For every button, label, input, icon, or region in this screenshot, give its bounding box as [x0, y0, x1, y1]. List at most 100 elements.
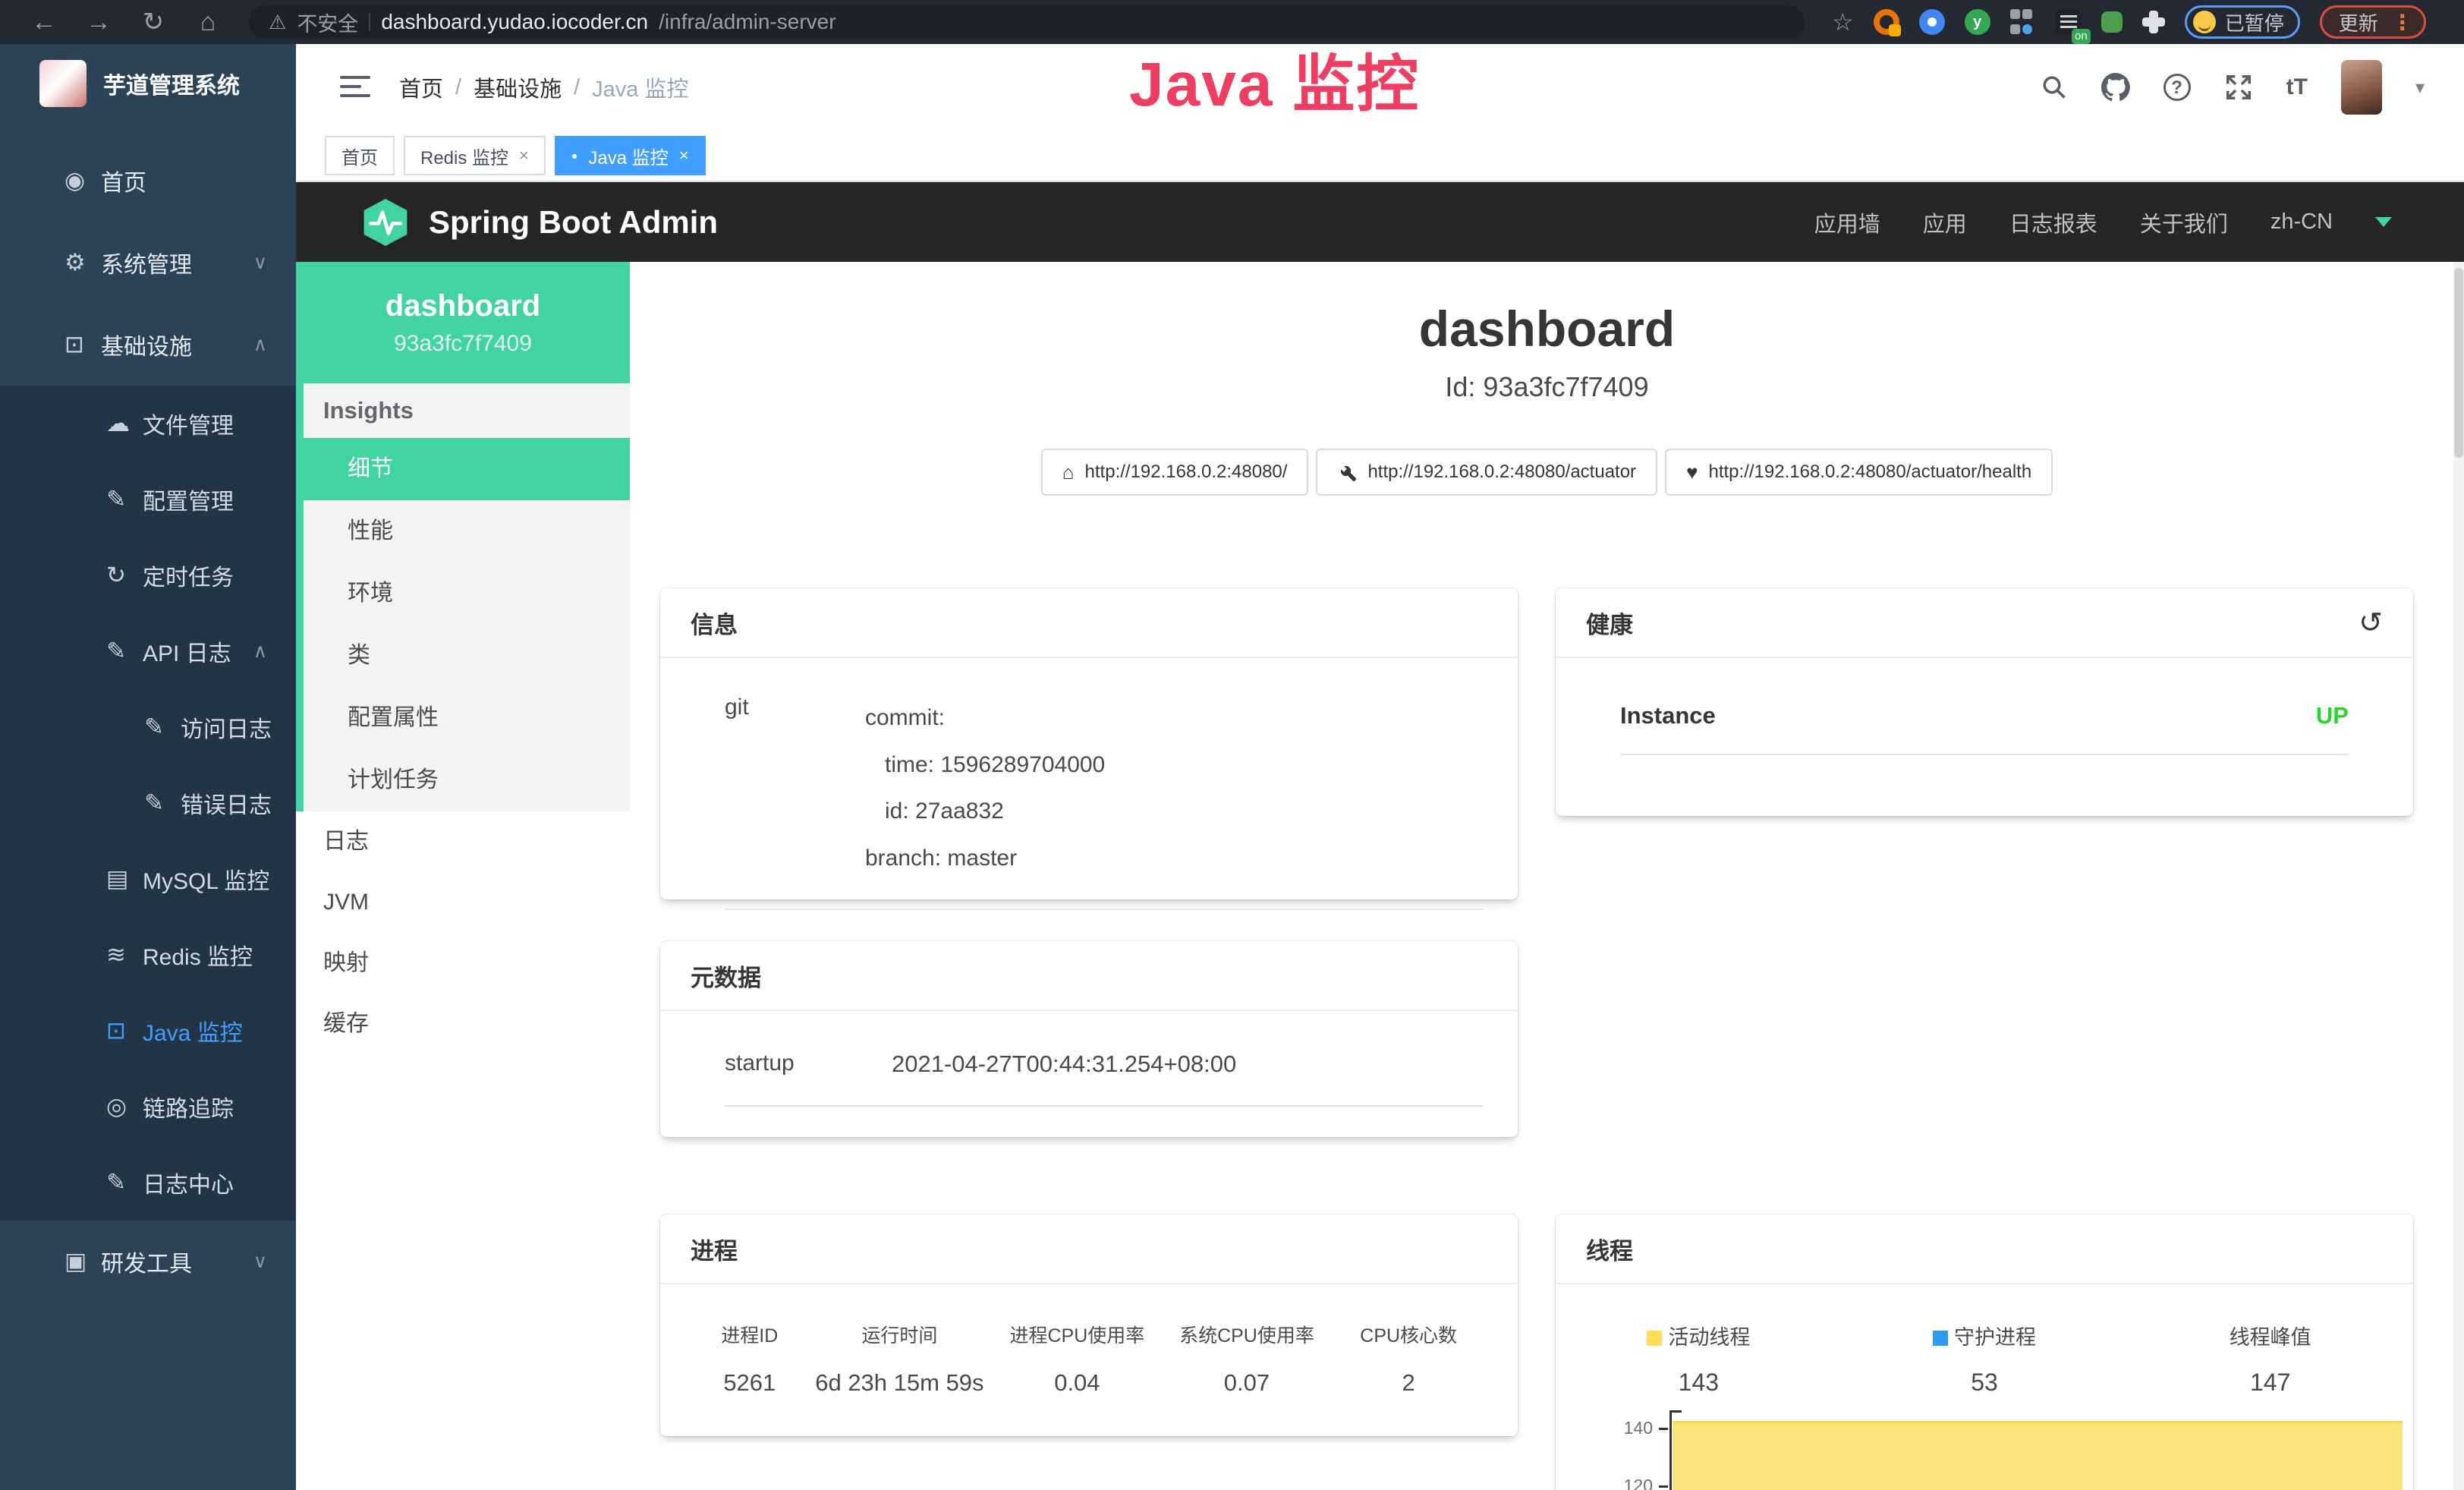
sidebar-item-infra[interactable]: ⊡ 基础设施 ∧	[0, 304, 296, 386]
extensions-puzzle-icon[interactable]	[2142, 11, 2165, 33]
sba-nav-wall[interactable]: 应用墙	[1814, 206, 1880, 238]
health-instance-label: Instance	[1620, 702, 1716, 729]
github-icon[interactable]	[2101, 73, 2130, 102]
legend-live-threads: 活动线程	[1556, 1321, 1842, 1350]
sidebar-item-system[interactable]: ⚙ 系统管理 ∨	[0, 222, 296, 304]
sba-nav-about[interactable]: 关于我们	[2140, 206, 2228, 238]
legend-label: 活动线程	[1668, 1326, 1750, 1349]
browser-reload-icon[interactable]: ↻	[129, 7, 178, 37]
live-threads-value: 143	[1556, 1369, 1842, 1397]
breadcrumb-infra[interactable]: 基础设施	[474, 71, 562, 103]
update-label: 更新	[2339, 8, 2378, 36]
sba-menu-configprops[interactable]: 配置属性	[304, 687, 630, 749]
sba-brand-title[interactable]: Spring Boot Admin	[429, 204, 718, 241]
extension-switch-icon[interactable]: on	[2056, 9, 2082, 35]
sidebar-item-access-log[interactable]: ✎ 访问日志	[0, 689, 296, 765]
sidebar-toggle-icon[interactable]	[340, 76, 370, 99]
peak-threads-value: 147	[2127, 1369, 2413, 1397]
extension-leaf-icon[interactable]	[2101, 11, 2123, 33]
close-icon[interactable]: ×	[519, 146, 529, 165]
browser-update-button[interactable]: 更新 ⋮	[2320, 5, 2426, 39]
tab-java-monitor[interactable]: ● Java 监控 ×	[555, 136, 706, 175]
extension-y-icon[interactable]: y	[1965, 9, 1990, 35]
help-icon[interactable]: ?	[2163, 74, 2191, 101]
address-bar[interactable]: ⚠ 不安全 dashboard.yudao.iocoder.cn/infra/a…	[249, 5, 1805, 39]
sba-menu-classes[interactable]: 类	[304, 625, 630, 687]
sidebar-item-label: Java 监控	[143, 1014, 243, 1047]
tab-label: Redis 监控	[420, 143, 508, 169]
sba-language-select[interactable]: zh-CN	[2270, 209, 2333, 235]
sba-menu-scheduled-tasks[interactable]: 计划任务	[304, 749, 630, 811]
sidebar-item-file-manage[interactable]: ☁ 文件管理	[0, 386, 296, 461]
profile-paused-chip[interactable]: 已暂停	[2185, 5, 2300, 39]
sidebar-item-home[interactable]: ◉ 首页	[0, 140, 296, 222]
sba-menu-details[interactable]: 细节	[304, 438, 630, 500]
sba-nav-applications[interactable]: 应用	[1923, 206, 1967, 238]
health-url-button[interactable]: ♥ http://192.168.0.2:48080/actuator/heal…	[1665, 449, 2053, 496]
edit-icon: ✎	[106, 486, 143, 513]
health-card-title: 健康	[1586, 606, 1633, 640]
breadcrumb-home[interactable]: 首页	[399, 71, 443, 103]
sba-menu-jvm[interactable]: JVM	[296, 872, 630, 933]
sidebar-item-log-center[interactable]: ✎ 日志中心	[0, 1145, 296, 1221]
sba-menu-environment[interactable]: 环境	[304, 562, 630, 625]
search-icon[interactable]	[2041, 74, 2068, 101]
tab-home[interactable]: 首页	[325, 136, 395, 175]
user-avatar[interactable]	[2341, 60, 2382, 115]
browser-forward-icon[interactable]: →	[74, 8, 123, 37]
process-card: 进程 进程ID 运行时间 进程CPU使用率 系统CPU使用率 CPU核心数 52…	[660, 1214, 1518, 1436]
app-logo-avatar	[39, 60, 87, 107]
browser-home-icon[interactable]: ⌂	[184, 8, 232, 37]
kebab-menu-icon[interactable]: ⋮	[2392, 10, 2413, 35]
bookmark-star-icon[interactable]: ☆	[1832, 8, 1854, 36]
sba-insights-group: Insights 细节 性能 环境 类 配置属性 计划任务	[296, 383, 630, 811]
extension-pin-icon[interactable]	[1919, 9, 1945, 35]
sba-menu-metrics[interactable]: 性能	[304, 500, 630, 562]
scrollbar-thumb[interactable]	[2454, 268, 2463, 458]
sidebar-item-config-manage[interactable]: ✎ 配置管理	[0, 461, 296, 537]
avatar-caret-icon[interactable]: ▾	[2415, 77, 2425, 99]
tags-view-bar: 首页 Redis 监控 × ● Java 监控 ×	[296, 131, 2464, 182]
fullscreen-icon[interactable]	[2224, 73, 2253, 102]
instance-name: dashboard	[296, 289, 630, 323]
not-secure-label[interactable]: 不安全	[297, 8, 358, 37]
sidebar-item-label: 日志中心	[143, 1166, 234, 1199]
app-logo-row[interactable]: 芋道管理系统	[0, 44, 296, 123]
sidebar-item-mysql-monitor[interactable]: ▤ MySQL 监控	[0, 841, 296, 917]
sba-menu-logfile[interactable]: 日志	[296, 811, 630, 872]
sidebar-item-scheduled-job[interactable]: ↻ 定时任务	[0, 537, 296, 613]
sidebar-item-trace[interactable]: ◎ 链路追踪	[0, 1069, 296, 1145]
url-path[interactable]: /infra/admin-server	[659, 10, 835, 34]
font-size-icon[interactable]: tT	[2286, 74, 2308, 100]
wrench-icon	[1337, 462, 1357, 482]
service-url-button[interactable]: ⌂ http://192.168.0.2:48080/	[1041, 449, 1309, 496]
sba-main-panel: dashboard Id: 93a3fc7f7409 ⌂ http://192.…	[630, 262, 2464, 1490]
sidebar-item-java-monitor[interactable]: ⊡ Java 监控	[0, 993, 296, 1069]
insights-group-label: Insights	[304, 383, 630, 438]
sba-nav-journal[interactable]: 日志报表	[2009, 206, 2097, 238]
browser-back-icon[interactable]: ←	[20, 8, 68, 37]
sidebar-item-api-log[interactable]: ✎ API 日志 ∧	[0, 613, 296, 689]
extension-on-badge: on	[2072, 29, 2091, 44]
sba-menu-mappings[interactable]: 映射	[296, 933, 630, 994]
close-icon[interactable]: ×	[679, 146, 689, 165]
info-git-row: git commit: time: 1596289704000 id: 27aa…	[660, 658, 1518, 881]
sidebar-item-label: API 日志	[143, 635, 231, 668]
extension-orange-icon[interactable]	[1874, 9, 1899, 35]
sba-menu-caches[interactable]: 缓存	[296, 994, 630, 1054]
instance-id-line: Id: 93a3fc7f7409	[630, 371, 2464, 403]
main-column: 首页 / 基础设施 / Java 监控	[296, 44, 2464, 1490]
sidebar-item-dev-tools[interactable]: ▣ 研发工具 ∨	[0, 1221, 296, 1303]
url-host[interactable]: dashboard.yudao.iocoder.cn	[381, 10, 648, 34]
tab-redis-monitor[interactable]: Redis 监控 ×	[404, 136, 546, 175]
metadata-startup-row: startup 2021-04-27T00:44:31.254+08:00	[660, 1011, 1518, 1078]
threads-values: 143 53 147	[1556, 1350, 2413, 1397]
metadata-key: startup	[725, 1051, 892, 1078]
content-scrollbar[interactable]	[2453, 262, 2464, 1490]
sidebar-item-redis-monitor[interactable]: ≋ Redis 监控	[0, 917, 296, 993]
actuator-url-button[interactable]: http://192.168.0.2:48080/actuator	[1316, 449, 1657, 496]
sidebar-item-error-log[interactable]: ✎ 错误日志	[0, 765, 296, 841]
emoji-face-icon	[2193, 11, 2216, 33]
history-icon[interactable]: ↺	[2359, 606, 2383, 640]
extension-grid-icon[interactable]	[2010, 9, 2036, 35]
